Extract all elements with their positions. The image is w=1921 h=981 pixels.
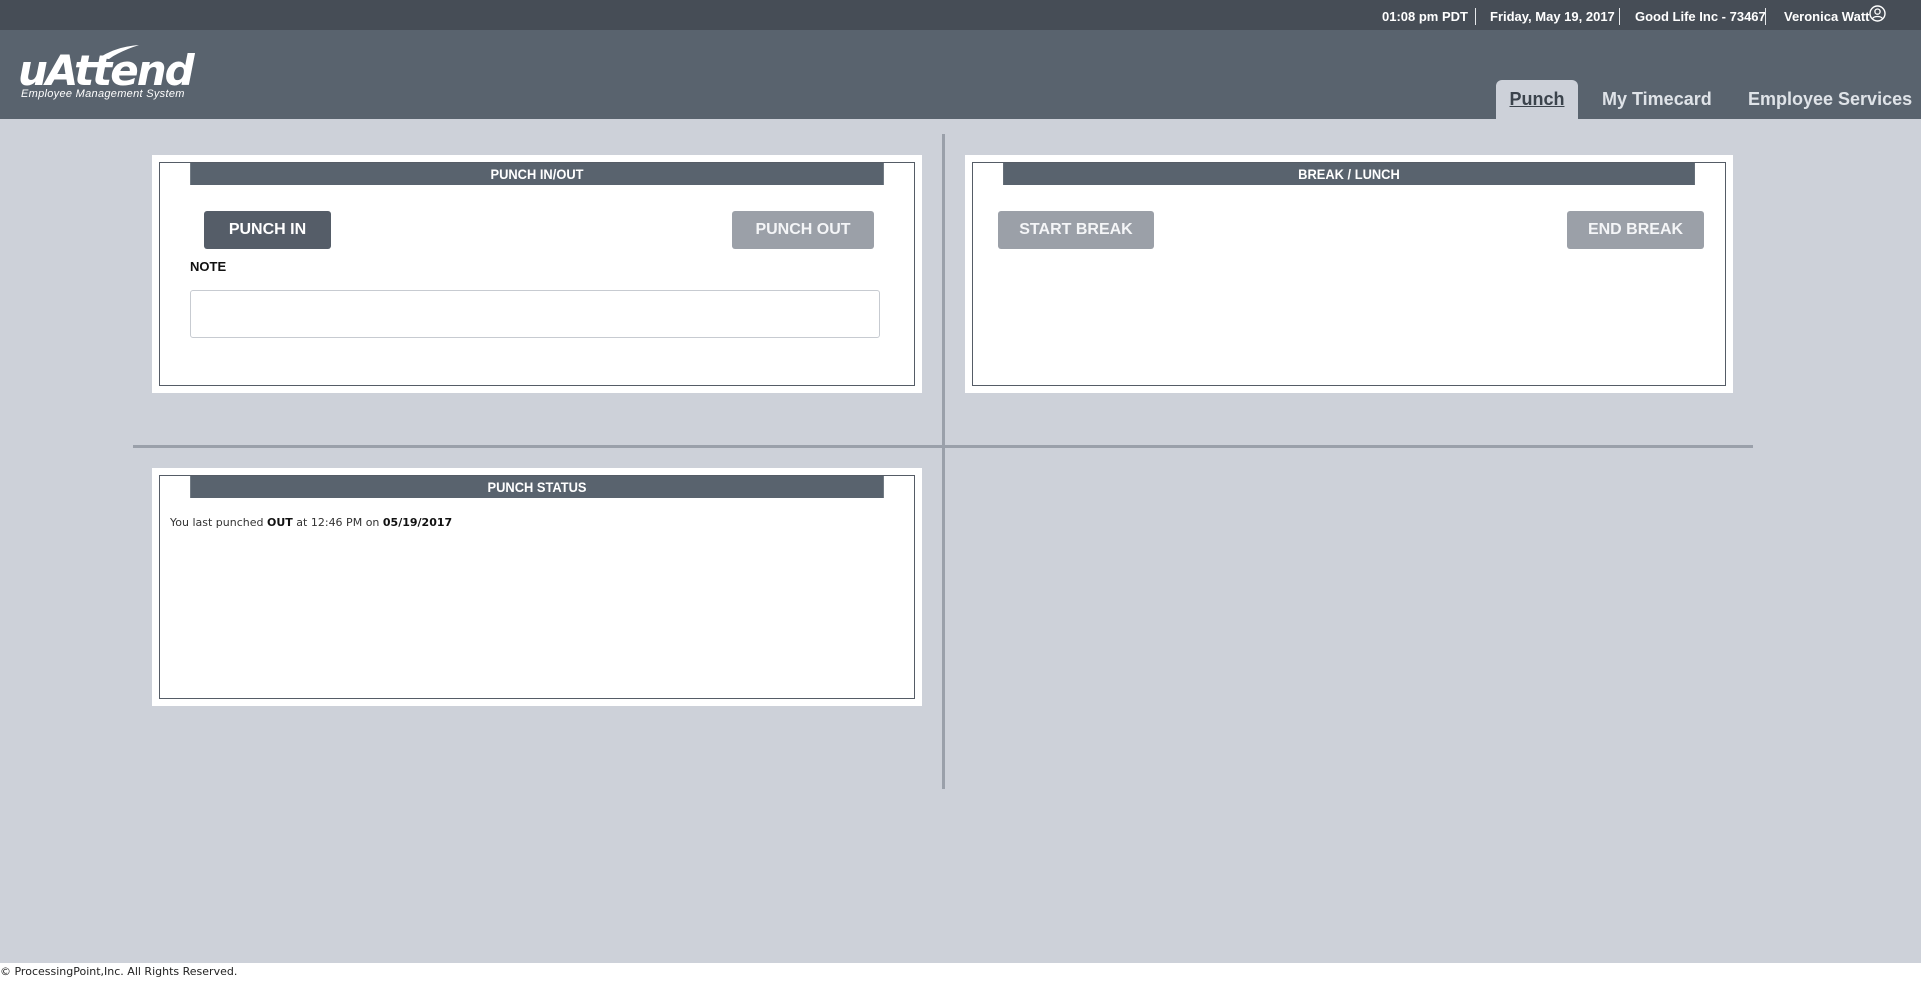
tab-my-timecard[interactable]: My Timecard	[1602, 80, 1712, 119]
uattend-logo[interactable]: uAttend Employee Management System	[18, 45, 195, 100]
end-break-button[interactable]: END BREAK	[1567, 211, 1704, 249]
status-on: on	[365, 516, 380, 529]
punch-time: 12:46 PM	[310, 516, 363, 529]
status-at: at	[296, 516, 308, 529]
punch-direction: OUT	[267, 516, 293, 529]
divider	[1475, 8, 1476, 25]
punch-status-panel: PUNCH STATUS You last punched OUT at 12:…	[152, 468, 922, 706]
footer: © ProcessingPoint,Inc. All Rights Reserv…	[0, 963, 1921, 981]
break-lunch-panel: BREAK / LUNCH START BREAK END BREAK	[965, 155, 1733, 393]
copyright-text: © ProcessingPoint,Inc. All Rights Reserv…	[0, 965, 238, 978]
last-punch-status: You last punched OUT at 12:46 PM on 05/1…	[170, 516, 452, 529]
logo-swoosh-icon	[99, 45, 139, 59]
divider	[1619, 8, 1620, 25]
panel-title: BREAK / LUNCH	[1003, 163, 1695, 185]
current-time: 01:08 pm PDT	[1382, 9, 1468, 24]
top-status-bar: 01:08 pm PDT Friday, May 19, 2017 Good L…	[0, 0, 1921, 30]
panel-title: PUNCH IN/OUT	[190, 163, 884, 185]
punch-date: 05/19/2017	[382, 516, 453, 529]
horizontal-divider	[133, 445, 1753, 448]
logo-tagline: Employee Management System	[21, 88, 185, 100]
status-prefix: You last punched	[170, 516, 264, 529]
user-circle-icon[interactable]	[1869, 5, 1886, 22]
current-date: Friday, May 19, 2017	[1490, 9, 1615, 24]
vertical-divider	[942, 134, 945, 789]
tab-employee-services[interactable]: Employee Services	[1748, 80, 1912, 119]
company-name: Good Life Inc - 73467	[1635, 9, 1766, 24]
divider	[1765, 8, 1766, 25]
punch-in-out-panel: PUNCH IN/OUT PUNCH IN PUNCH OUT NOTE	[152, 155, 922, 393]
user-name[interactable]: Veronica Watt	[1784, 9, 1869, 24]
punch-in-button[interactable]: PUNCH IN	[204, 211, 331, 249]
tab-punch[interactable]: Punch	[1496, 80, 1578, 119]
start-break-button[interactable]: START BREAK	[998, 211, 1154, 249]
note-label: NOTE	[190, 259, 227, 274]
note-input[interactable]	[190, 290, 880, 338]
panel-title: PUNCH STATUS	[190, 476, 884, 498]
punch-out-button[interactable]: PUNCH OUT	[732, 211, 874, 249]
